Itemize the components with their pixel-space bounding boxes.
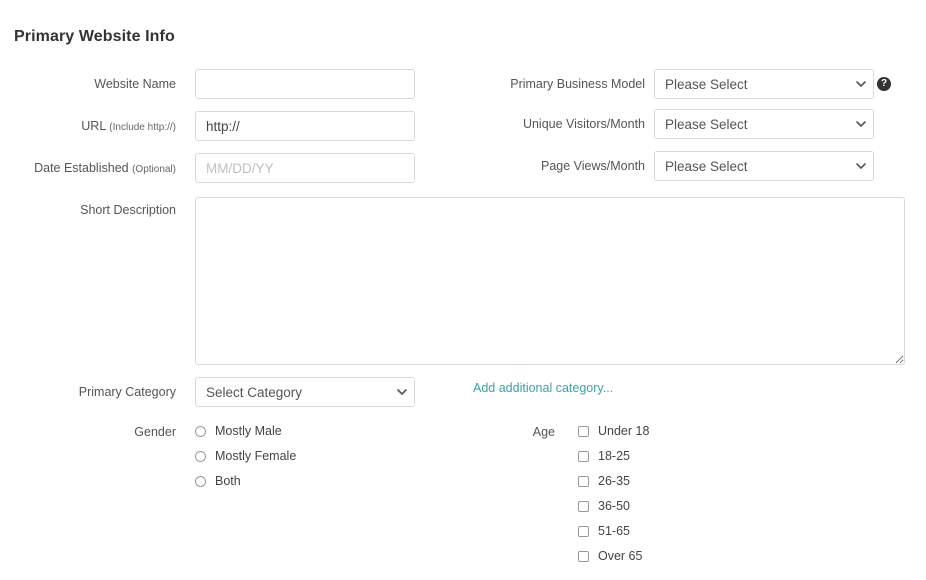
- age-label: Age: [445, 425, 555, 439]
- page-views-label-text: Page Views/Month: [541, 159, 645, 173]
- website-name-label: Website Name: [0, 77, 176, 91]
- gender-option-label[interactable]: Both: [215, 475, 241, 488]
- date-established-label-text: Date Established: [34, 161, 129, 175]
- date-established-label-note: (Optional): [132, 164, 176, 175]
- help-icon-glyph: ?: [880, 78, 888, 89]
- gender-option-label[interactable]: Mostly Female: [215, 450, 296, 463]
- primary-website-info-form: Primary Website Info Website Name URL (I…: [0, 0, 926, 580]
- url-input[interactable]: [195, 111, 415, 141]
- age-option-label[interactable]: 36-50: [598, 500, 630, 513]
- checkbox-icon[interactable]: [578, 426, 589, 437]
- age-option-label[interactable]: 26-35: [598, 475, 630, 488]
- unique-visitors-select[interactable]: Please Select: [654, 109, 874, 139]
- gender-option-both[interactable]: Both: [195, 475, 241, 488]
- unique-visitors-label-text: Unique Visitors/Month: [522, 117, 645, 131]
- age-label-text: Age: [532, 425, 555, 439]
- gender-label-text: Gender: [134, 425, 176, 439]
- short-description-textarea[interactable]: [195, 197, 905, 365]
- checkbox-icon[interactable]: [578, 501, 589, 512]
- gender-label: Gender: [0, 425, 176, 439]
- radio-icon[interactable]: [195, 451, 206, 462]
- page-views-select[interactable]: Please Select: [654, 151, 874, 181]
- unique-visitors-select-wrap: Please Select: [654, 109, 874, 139]
- age-option-over-65[interactable]: Over 65: [578, 550, 642, 563]
- checkbox-icon[interactable]: [578, 551, 589, 562]
- age-option-label[interactable]: Under 18: [598, 425, 649, 438]
- short-description-label-text: Short Description: [80, 203, 176, 217]
- gender-option-mostly-female[interactable]: Mostly Female: [195, 450, 296, 463]
- age-option-label[interactable]: 18-25: [598, 450, 630, 463]
- url-label-note: (Include http://): [109, 122, 176, 133]
- help-question-icon[interactable]: ?: [877, 77, 891, 91]
- primary-category-label-text: Primary Category: [78, 385, 176, 399]
- age-option-under-18[interactable]: Under 18: [578, 425, 649, 438]
- primary-category-select-wrap: Select Category: [195, 377, 415, 407]
- radio-icon[interactable]: [195, 426, 206, 437]
- date-established-input[interactable]: [195, 153, 415, 183]
- primary-category-select[interactable]: Select Category: [195, 377, 415, 407]
- primary-business-model-label-text: Primary Business Model: [510, 77, 645, 91]
- short-description-label: Short Description: [0, 203, 176, 217]
- checkbox-icon[interactable]: [578, 451, 589, 462]
- gender-option-mostly-male[interactable]: Mostly Male: [195, 425, 282, 438]
- website-name-label-text: Website Name: [94, 77, 176, 91]
- checkbox-icon[interactable]: [578, 476, 589, 487]
- add-additional-category-link[interactable]: Add additional category...: [473, 381, 613, 395]
- primary-category-label: Primary Category: [0, 385, 176, 399]
- date-established-label: Date Established (Optional): [0, 161, 176, 177]
- unique-visitors-label: Unique Visitors/Month: [445, 117, 645, 131]
- page-title: Primary Website Info: [14, 28, 175, 45]
- age-option-label[interactable]: Over 65: [598, 550, 642, 563]
- page-views-select-wrap: Please Select: [654, 151, 874, 181]
- gender-option-label[interactable]: Mostly Male: [215, 425, 282, 438]
- primary-business-model-label: Primary Business Model: [445, 77, 645, 91]
- primary-business-model-select-wrap: Please Select: [654, 69, 874, 99]
- radio-icon[interactable]: [195, 476, 206, 487]
- url-label-text: URL: [81, 119, 106, 133]
- checkbox-icon[interactable]: [578, 526, 589, 537]
- page-views-label: Page Views/Month: [445, 159, 645, 173]
- age-option-36-50[interactable]: 36-50: [578, 500, 630, 513]
- website-name-input[interactable]: [195, 69, 415, 99]
- age-option-51-65[interactable]: 51-65: [578, 525, 630, 538]
- primary-business-model-select[interactable]: Please Select: [654, 69, 874, 99]
- age-option-26-35[interactable]: 26-35: [578, 475, 630, 488]
- url-label: URL (Include http://): [0, 119, 176, 135]
- age-option-18-25[interactable]: 18-25: [578, 450, 630, 463]
- age-option-label[interactable]: 51-65: [598, 525, 630, 538]
